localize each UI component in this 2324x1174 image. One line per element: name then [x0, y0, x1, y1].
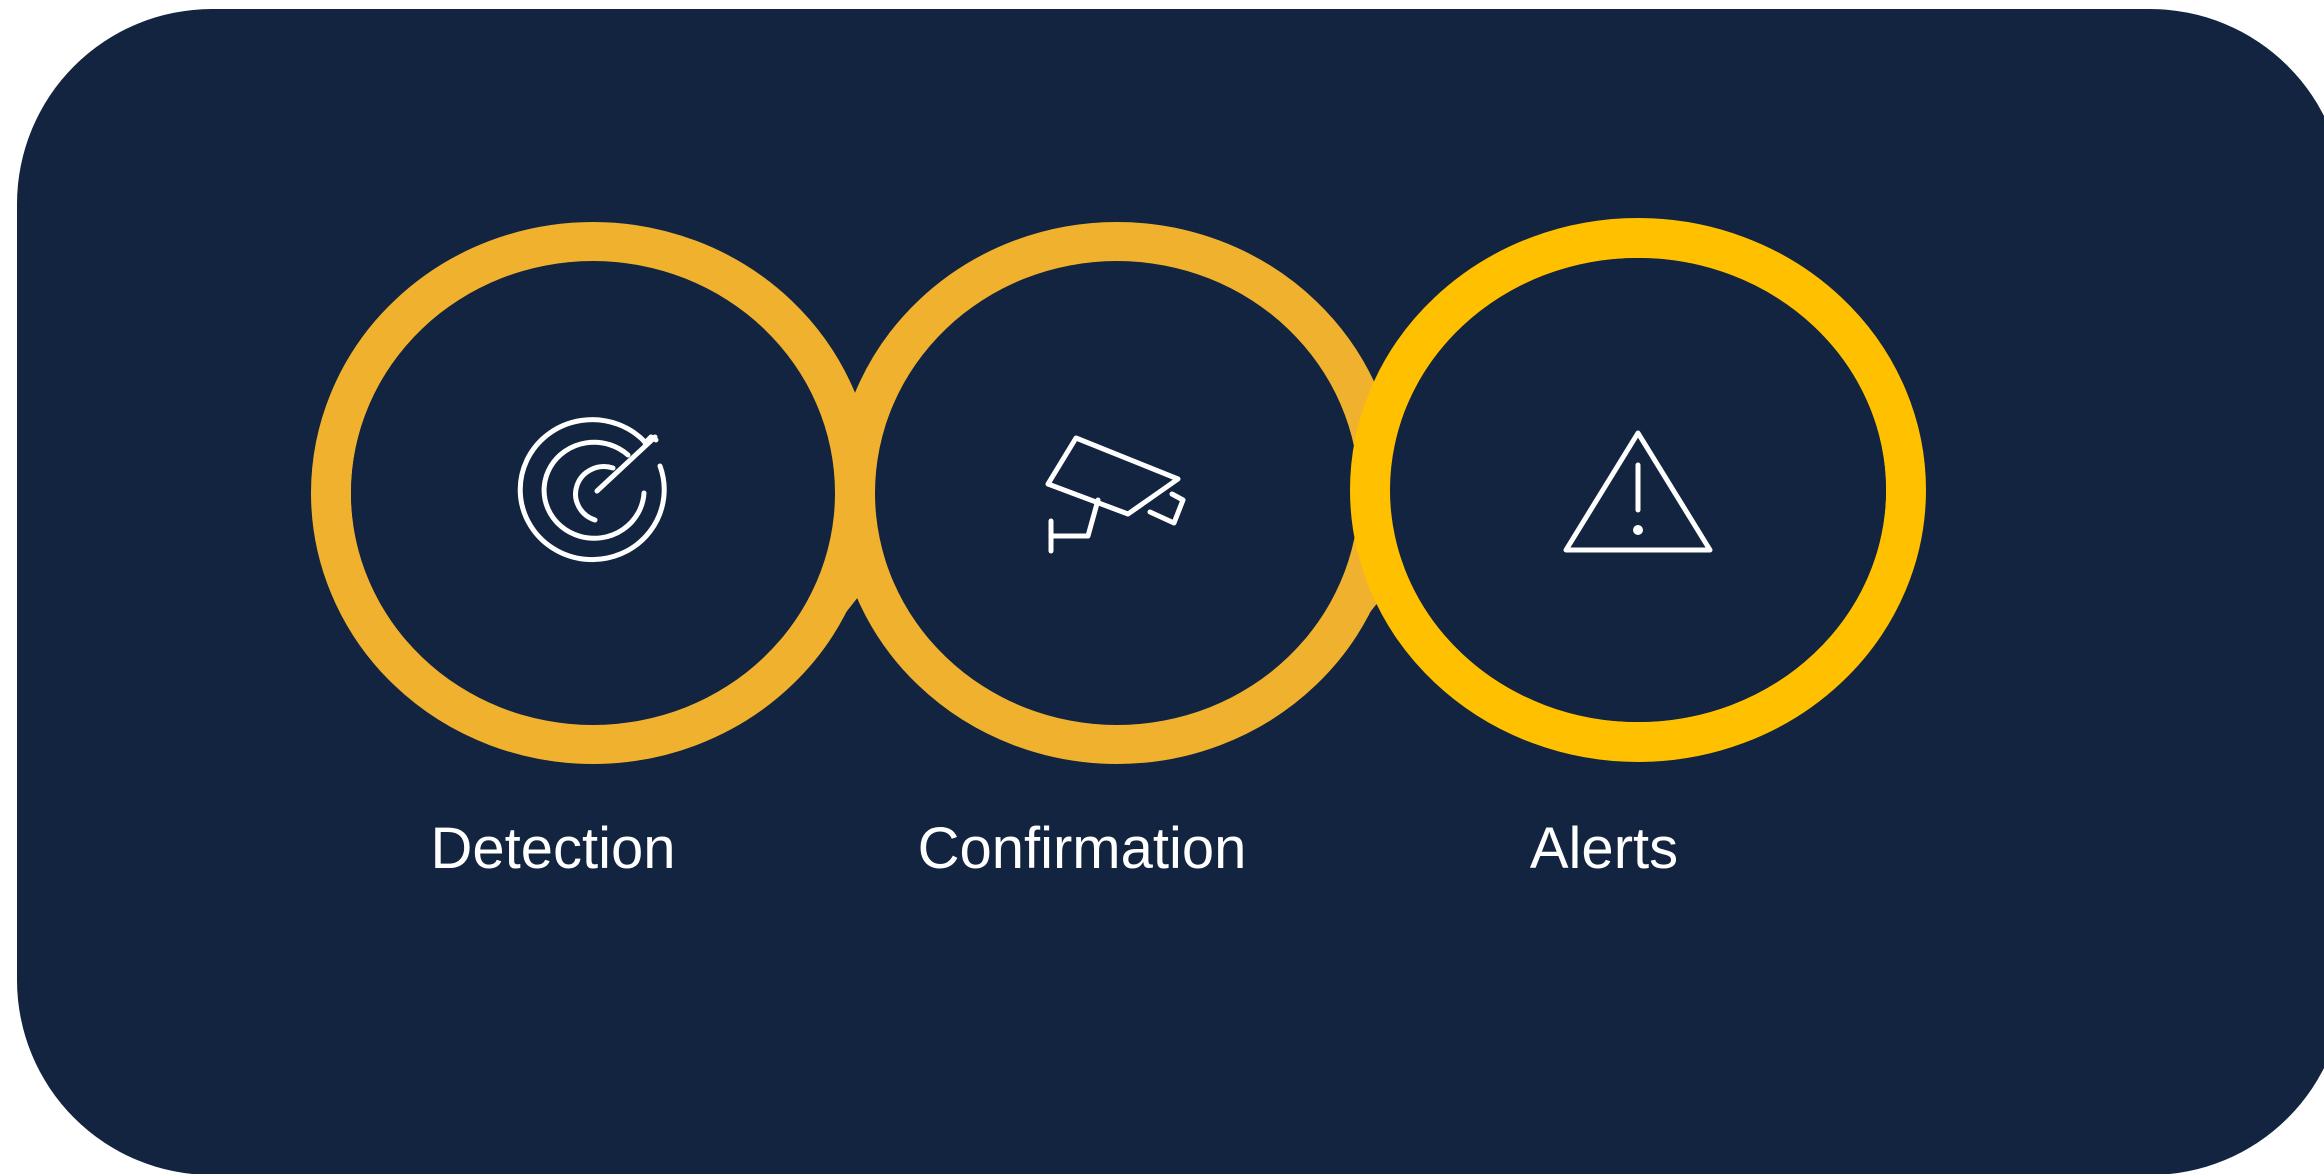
warning-dot: [1633, 525, 1643, 535]
step-label-confirmation: Confirmation: [918, 816, 1247, 881]
step-label-detection: Detection: [430, 816, 675, 881]
process-diagram: Detection Confirmation Alerts: [17, 9, 2324, 1174]
step-label-alerts: Alerts: [1530, 816, 1678, 881]
detection-ring-inner: [351, 261, 835, 725]
confirmation-ring-inner: [875, 261, 1359, 725]
